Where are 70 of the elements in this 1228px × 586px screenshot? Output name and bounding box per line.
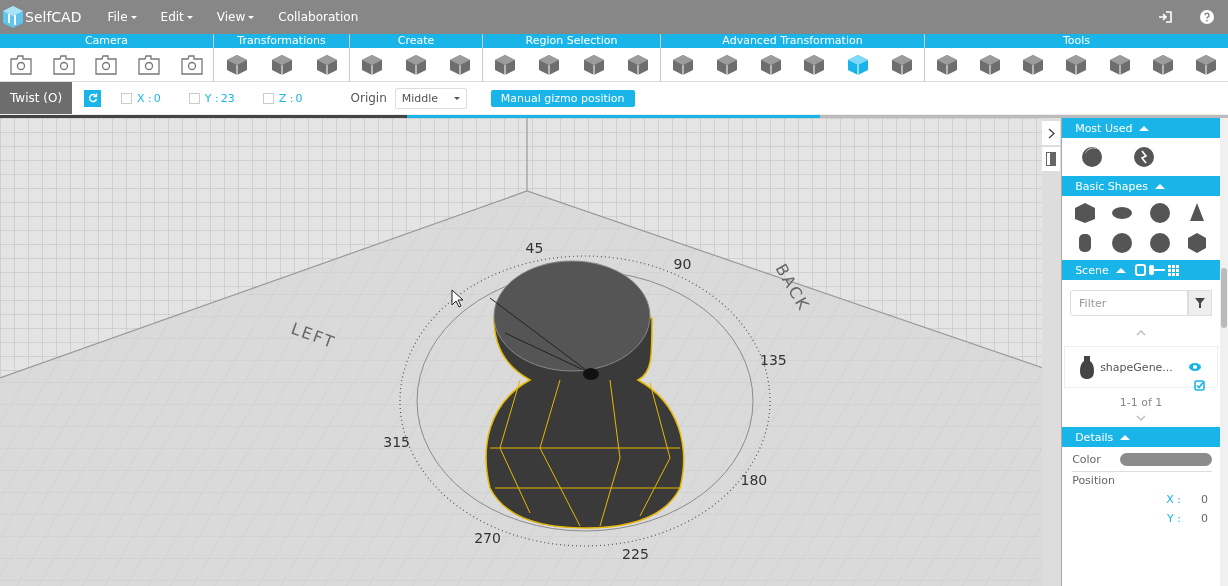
axis-value: 0 (295, 91, 303, 105)
coordinate-value: 0 (1201, 512, 1208, 525)
funnel-icon (1195, 298, 1206, 308)
half-square-icon (1046, 152, 1057, 166)
menu-item[interactable]: Collaboration (266, 10, 371, 24)
sphere-icon[interactable] (1081, 146, 1104, 168)
arrow-circle-icon[interactable] (1133, 146, 1156, 168)
app-name: SelfCAD (25, 9, 82, 25)
dial-label: 180 (740, 472, 768, 488)
axis-checkbox[interactable] (121, 92, 133, 104)
layout-toggle-button[interactable] (1042, 147, 1061, 171)
axis-value: 23 (220, 91, 235, 105)
frame-tool-button[interactable] (50, 52, 77, 77)
tool-group-header: Tools (925, 34, 1228, 48)
frame-tool-button[interactable] (178, 52, 205, 77)
origin-dropdown[interactable]: Middle (394, 87, 467, 109)
section-header[interactable]: Scene (1075, 263, 1109, 277)
dial-label: 270 (474, 529, 501, 546)
coordinate-value: 0 (1201, 493, 1208, 506)
axis-checkbox[interactable] (262, 92, 274, 104)
refresh-icon (87, 93, 98, 103)
coordinate-label: X : (1166, 493, 1181, 506)
sphere-icon[interactable] (1148, 202, 1171, 224)
axis-label: X : (137, 91, 152, 105)
tool-group-header: Transformations (214, 34, 349, 48)
axis-label: Y : (204, 91, 219, 105)
frame-tool-button[interactable] (136, 52, 163, 77)
dial-label: 45 (525, 240, 544, 257)
dial-label: 225 (622, 545, 649, 562)
scene-item-name: shapeGene... (1100, 360, 1173, 374)
dial-label: 135 (760, 352, 787, 369)
scene-item[interactable]: shapeGene... (1064, 346, 1218, 388)
dial-label: 315 (383, 433, 410, 450)
menu-item[interactable]: View (204, 10, 267, 24)
menu-item[interactable]: File (95, 10, 149, 24)
color-label: Color (1072, 453, 1101, 466)
manual-gizmo-button[interactable]: Manual gizmo position (490, 89, 635, 107)
vase-icon (1080, 355, 1095, 379)
filter-field[interactable]: Filter (1070, 290, 1189, 316)
position-label: Position (1072, 474, 1116, 487)
frame-tool-button[interactable] (8, 52, 35, 77)
filter-button[interactable] (1188, 290, 1213, 316)
polyhedron-icon[interactable] (1186, 232, 1209, 254)
menu-item[interactable]: Edit (148, 10, 205, 24)
cube-icon[interactable] (1073, 202, 1096, 224)
axis-checkbox[interactable] (188, 92, 200, 104)
axis-label: Z : (278, 91, 294, 105)
axis-value: 0 (153, 91, 161, 105)
tool-group-header: Create (350, 34, 482, 48)
frame-tool-button[interactable] (93, 52, 120, 77)
chevron-right-icon (1047, 127, 1055, 139)
item-count: 1-1 of 1 (1119, 396, 1163, 409)
collapse-panel-button[interactable] (1042, 121, 1061, 145)
view-toggle-icon[interactable] (1134, 264, 1179, 276)
tool-group-header: Region Selection (483, 34, 660, 48)
coordinate-label: Y : (1167, 512, 1181, 525)
color-swatch[interactable] (1120, 453, 1212, 466)
origin-label: Origin (350, 91, 387, 105)
login-icon[interactable] (1158, 11, 1172, 23)
help-icon[interactable] (1200, 10, 1214, 24)
scrollbar-thumb[interactable] (1221, 268, 1227, 328)
checked-box-icon[interactable] (1194, 380, 1205, 391)
wall-label: LEFT (288, 318, 339, 353)
mouse-cursor-icon (451, 289, 464, 308)
tool-group-header: Advanced Transformation (661, 34, 924, 48)
tool-tab[interactable]: Twist (O) (0, 82, 73, 114)
dial-label: 90 (673, 256, 692, 273)
section-header[interactable]: Details (1075, 430, 1114, 444)
tool-group-header: Camera (0, 34, 213, 48)
cube-logo-icon (2, 5, 24, 29)
